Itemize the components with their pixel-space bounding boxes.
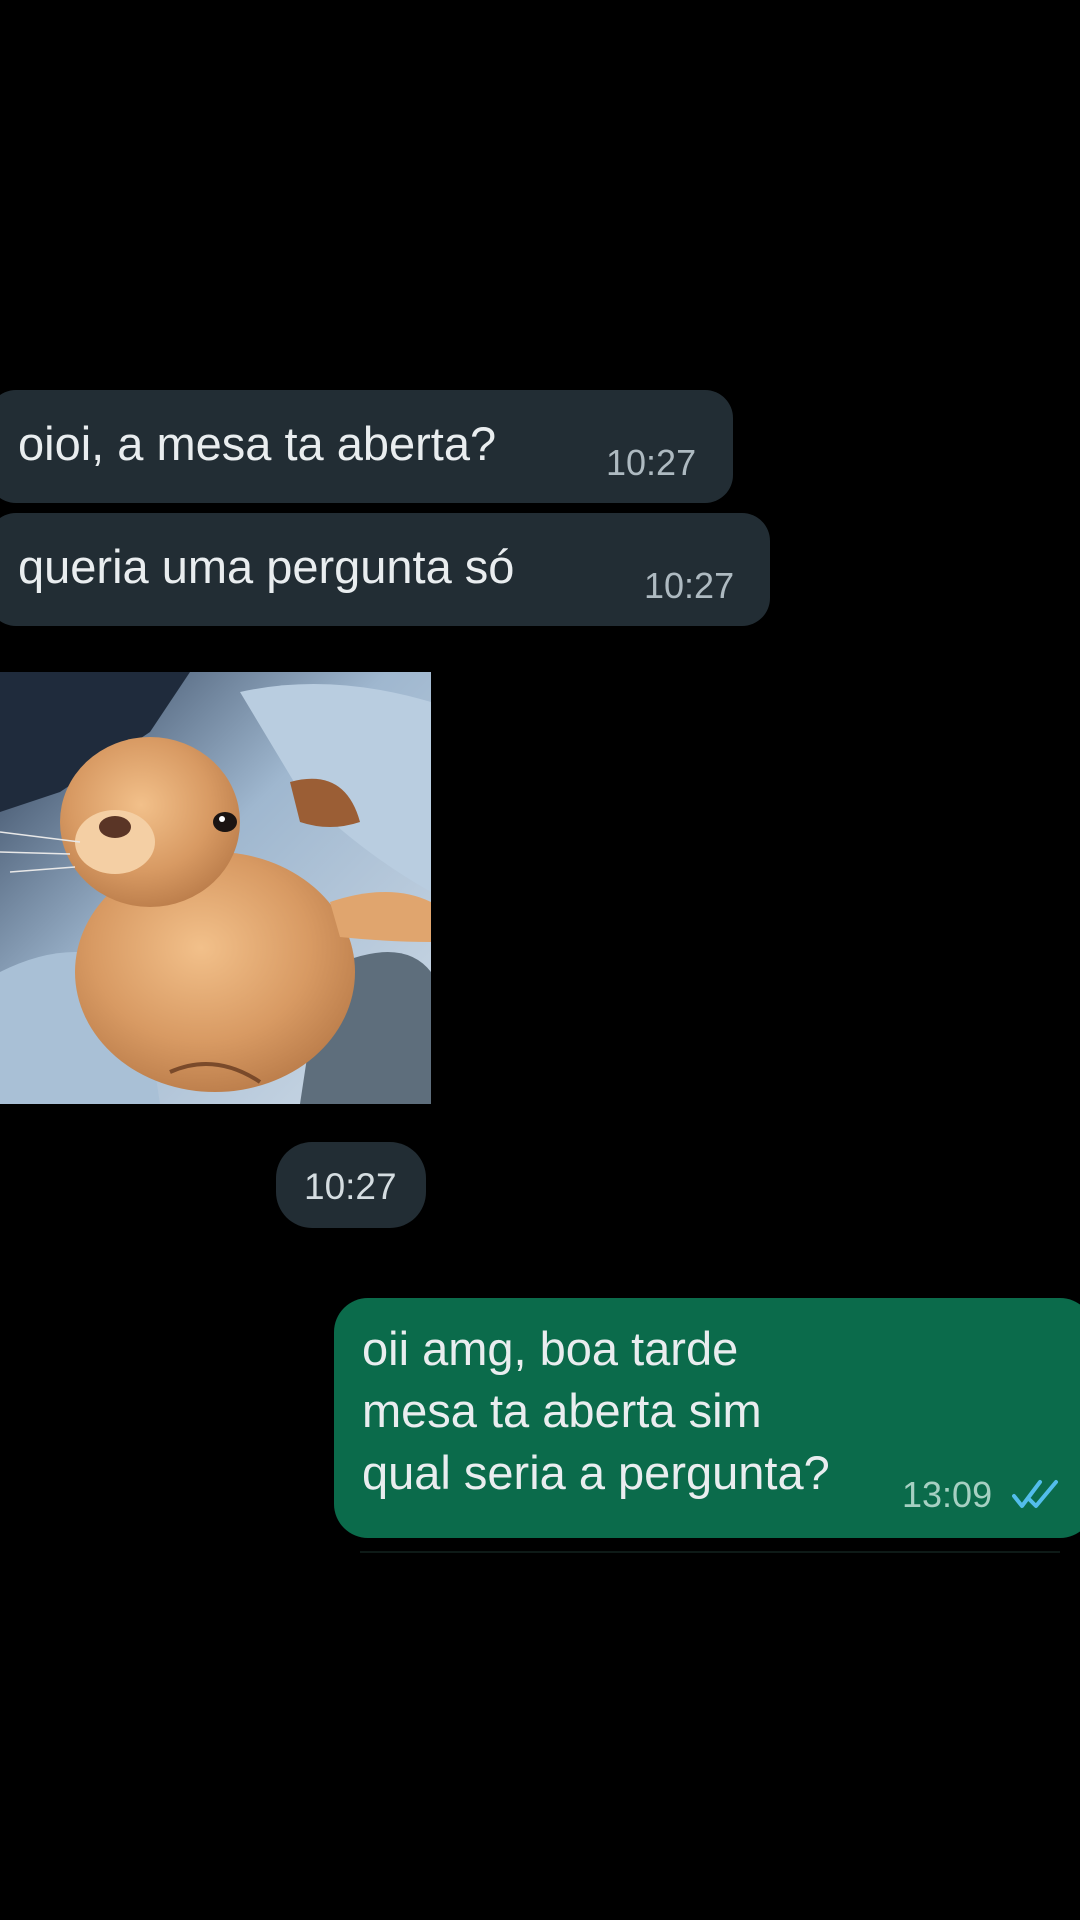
message-text: oioi, a mesa ta aberta? xyxy=(18,417,497,470)
message-time: 10:27 xyxy=(644,565,735,606)
message-text-line: mesa ta aberta sim xyxy=(362,1384,762,1437)
message-time: 13:09 xyxy=(902,1474,993,1515)
incoming-message[interactable]: oioi, a mesa ta aberta? 10:27 xyxy=(0,390,733,503)
image-timestamp: 10:27 xyxy=(276,1142,426,1228)
message-text-line: qual seria a pergunta? xyxy=(362,1446,830,1499)
puppy-photo xyxy=(0,672,431,1104)
outgoing-message[interactable]: oii amg, boa tarde mesa ta aberta sim qu… xyxy=(334,1298,1080,1538)
incoming-message[interactable]: queria uma pergunta só 10:27 xyxy=(0,513,770,626)
message-time: 10:27 xyxy=(304,1166,397,1207)
image-message[interactable] xyxy=(0,672,431,1104)
divider xyxy=(360,1551,1060,1553)
message-text: queria uma pergunta só xyxy=(18,540,515,593)
message-text-line: oii amg, boa tarde xyxy=(362,1322,739,1375)
double-check-read-icon xyxy=(1012,1480,1058,1508)
message-time: 10:27 xyxy=(606,442,697,483)
chat-screen: oioi, a mesa ta aberta? 10:27 queria uma… xyxy=(0,0,1080,1920)
